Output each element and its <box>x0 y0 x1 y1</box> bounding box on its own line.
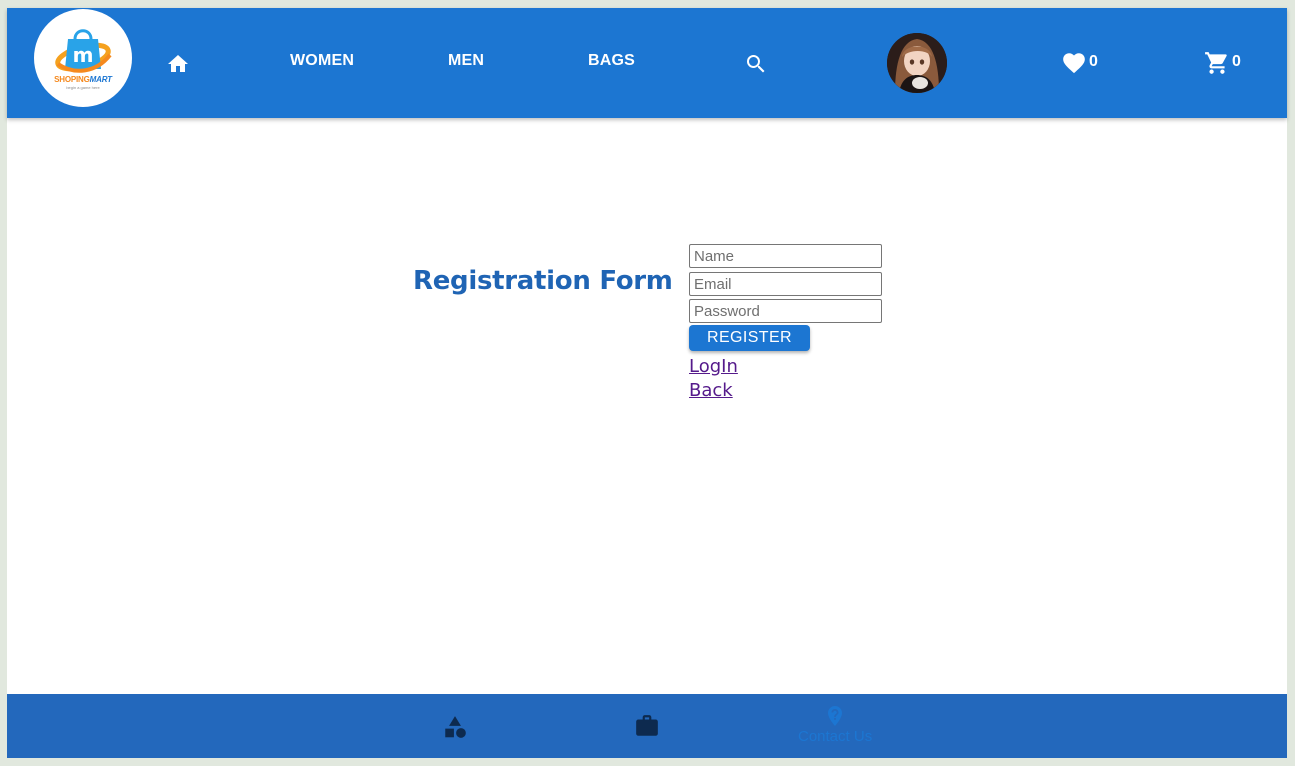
user-avatar[interactable] <box>887 33 947 93</box>
email-field[interactable] <box>689 272 882 296</box>
login-link[interactable]: LogIn <box>689 356 738 377</box>
bottom-nav-categories[interactable] <box>442 714 468 740</box>
bottom-nav-work[interactable] <box>634 713 660 739</box>
back-link[interactable]: Back <box>689 380 733 401</box>
wishlist-count: 0 <box>1089 53 1098 70</box>
brand-name: SHOPINGMART <box>54 75 112 84</box>
cart-icon <box>1205 52 1227 74</box>
svg-text:m: m <box>73 43 94 67</box>
brand-logo[interactable]: m SHOPINGMART begin a game here <box>34 9 132 107</box>
register-button[interactable]: REGISTER <box>689 325 810 351</box>
app-bar: m SHOPINGMART begin a game here WOMEN ME… <box>7 8 1287 118</box>
home-icon <box>168 55 188 72</box>
password-field[interactable] <box>689 299 882 323</box>
cart-count: 0 <box>1232 53 1241 70</box>
nav-bags[interactable]: BAGS <box>588 52 635 70</box>
form-title: Registration Form <box>413 266 673 296</box>
bottom-navigation: Contact Us <box>7 694 1287 758</box>
home-button[interactable] <box>165 51 191 77</box>
briefcase-icon <box>636 715 658 736</box>
category-icon <box>445 716 466 738</box>
nav-women[interactable]: WOMEN <box>290 52 354 70</box>
cart-button[interactable] <box>1204 50 1230 76</box>
name-field[interactable] <box>689 244 882 268</box>
heart-icon <box>1063 53 1085 74</box>
search-icon <box>747 55 765 73</box>
help-icon <box>828 706 843 726</box>
search-button[interactable] <box>743 51 769 77</box>
brand-tagline: begin a game here <box>66 85 100 90</box>
page-frame: m SHOPINGMART begin a game here WOMEN ME… <box>7 8 1287 758</box>
contact-us-label: Contact Us <box>798 728 873 745</box>
shopping-bag-logo-icon: m <box>55 29 112 73</box>
wishlist-button[interactable] <box>1061 50 1087 76</box>
avatar-image <box>887 33 947 93</box>
nav-men[interactable]: MEN <box>448 52 484 70</box>
bottom-nav-contact[interactable]: Contact Us <box>798 704 872 745</box>
